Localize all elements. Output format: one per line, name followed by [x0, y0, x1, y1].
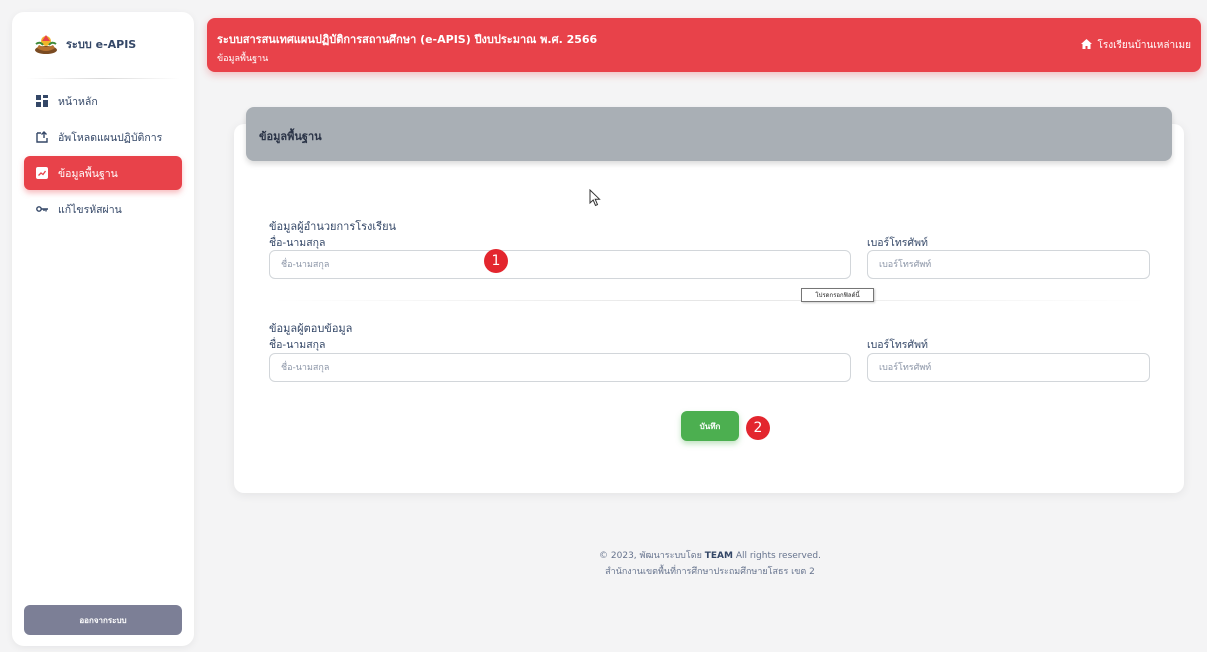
sidebar-item-home[interactable]: หน้าหลัก [24, 84, 182, 118]
sidebar-item-label: หน้าหลัก [58, 95, 98, 108]
key-icon [36, 203, 48, 215]
brand[interactable]: ระบบ e-APIS [34, 32, 136, 56]
school-name: โรงเรียนบ้านเหล่าเมย [1097, 40, 1191, 51]
office-line: สำนักงานเขตพื้นที่การศึกษาประถมศึกษายโสธ… [605, 567, 815, 577]
sidebar: ระบบ e-APIS หน้าหลัก อัพโหลดแผนปฏิบัติกา… [12, 12, 194, 646]
sidebar-item-change-password[interactable]: แก้ไขรหัสผ่าน [24, 192, 182, 226]
sidebar-item-basic-info[interactable]: ข้อมูลพื้นฐาน [24, 156, 182, 190]
page-banner: ระบบสารสนเทศแผนปฏิบัติการสถานศึกษา (e-AP… [207, 18, 1201, 72]
step-marker-1: 1 [484, 249, 508, 273]
sidebar-item-label: อัพโหลดแผนปฏิบัติการ [58, 131, 163, 144]
respondent-name-label: ชื่อ-นามสกุล [269, 339, 326, 351]
page-title: ระบบสารสนเทศแผนปฏิบัติการสถานศึกษา (e-AP… [217, 33, 598, 46]
chart-icon [36, 167, 48, 179]
step-marker-2: 2 [746, 416, 770, 440]
validation-tooltip: โปรดกรอกฟิลด์นี้ [801, 288, 874, 302]
sidebar-item-label: แก้ไขรหัสผ่าน [58, 203, 122, 216]
respondent-name-input[interactable] [269, 353, 851, 382]
logout-button[interactable]: ออกจากระบบ [24, 605, 182, 635]
director-phone-label: เบอร์โทรศัพท์ [867, 237, 928, 249]
respondent-phone-label: เบอร์โทรศัพท์ [867, 339, 928, 351]
section-divider [269, 300, 1150, 301]
card-title: ข้อมูลพื้นฐาน [259, 130, 322, 143]
page-footer: © 2023, พัฒนาระบบโดย TEAM All rights res… [440, 548, 980, 580]
sidebar-item-label: ข้อมูลพื้นฐาน [58, 167, 118, 180]
school-link[interactable]: โรงเรียนบ้านเหล่าเมย [1081, 38, 1191, 53]
upload-icon [36, 131, 48, 143]
respondent-section-heading: ข้อมูลผู้ตอบข้อมูล [269, 322, 353, 335]
card-header: ข้อมูลพื้นฐาน [246, 107, 1172, 161]
mouse-pointer-icon [589, 188, 601, 207]
sidebar-nav: หน้าหลัก อัพโหลดแผนปฏิบัติการ ข้อมูลพื้น… [24, 84, 182, 228]
emblem-logo-icon [34, 32, 58, 56]
breadcrumb: ข้อมูลพื้นฐาน [217, 54, 269, 64]
director-section-heading: ข้อมูลผู้อำนวยการโรงเรียน [269, 220, 397, 233]
copyright-line: © 2023, พัฒนาระบบโดย TEAM All rights res… [440, 548, 980, 564]
save-button[interactable]: บันทึก [681, 411, 739, 441]
director-name-input[interactable] [269, 250, 851, 279]
director-name-label: ชื่อ-นามสกุล [269, 237, 326, 249]
director-phone-input[interactable] [867, 250, 1150, 279]
sidebar-divider [26, 78, 180, 79]
team-link[interactable]: TEAM [705, 551, 733, 561]
copyright-text: © 2023, พัฒนาระบบโดย [599, 551, 702, 561]
brand-name: ระบบ e-APIS [66, 38, 137, 51]
dashboard-icon [36, 95, 48, 107]
school-house-icon [1081, 39, 1093, 52]
respondent-phone-input[interactable] [867, 353, 1150, 382]
rights-text: All rights reserved. [735, 551, 821, 561]
sidebar-item-upload-plan[interactable]: อัพโหลดแผนปฏิบัติการ [24, 120, 182, 154]
